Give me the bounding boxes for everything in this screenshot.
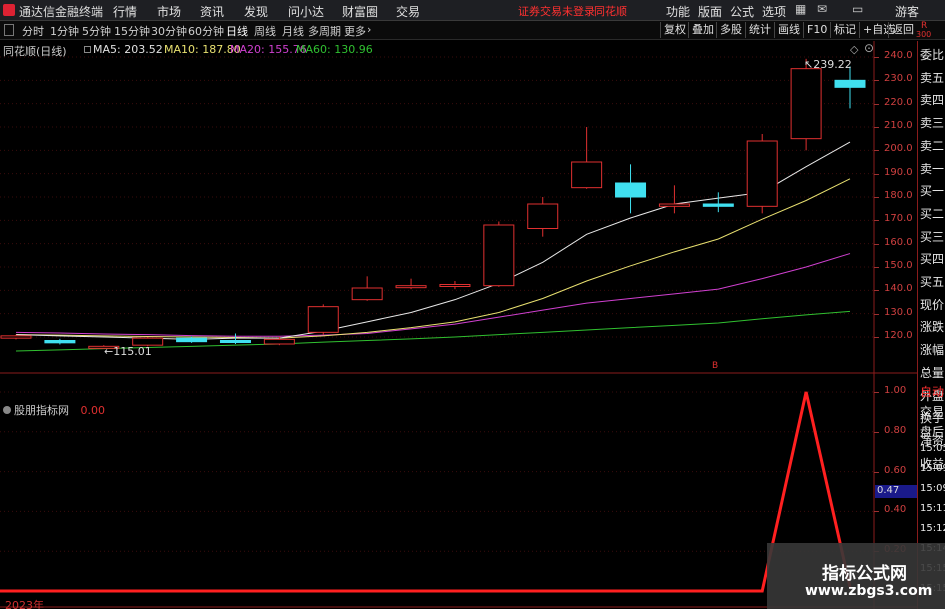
indicator-tick-label: 0.60: [884, 464, 907, 476]
candle: [307, 304, 339, 335]
ma10-line: [15, 178, 851, 339]
candle: [395, 278, 427, 290]
panel-item[interactable]: 总量: [920, 364, 944, 381]
candle: [44, 338, 76, 345]
candle-body: [439, 284, 471, 287]
candle-body: [571, 161, 603, 189]
panel-item[interactable]: 涨跌: [920, 318, 944, 335]
panel-item[interactable]: 15:09: [920, 463, 945, 474]
candle-body: [351, 287, 383, 301]
indicator-tick-label: 0.40: [884, 504, 907, 516]
candle-body: [790, 68, 822, 140]
candle: [439, 281, 471, 290]
high-price-label: ↖239.22: [804, 58, 852, 71]
candle-body: [44, 340, 76, 344]
right-quote-panel: 委比 卖五 卖四 卖三 卖二 卖一 买一 买二 买三 买四 买五 现价 涨跌 涨幅 总量 外盘 换手 净资 收益 自动…: [917, 41, 945, 609]
panel-item[interactable]: 卖二: [920, 137, 944, 154]
panel-item[interactable]: 委比: [920, 46, 944, 63]
ma20-line: [15, 253, 851, 337]
candle-body: [615, 182, 647, 198]
indicator-axis: 1.000.800.600.400.20: [874, 0, 917, 609]
indicator-header: 股朋指标网 0.00: [3, 402, 105, 418]
candle: [746, 134, 778, 214]
panel-item[interactable]: 15:11: [920, 503, 945, 514]
candle-body: [219, 340, 251, 343]
ma5-line: [15, 141, 851, 340]
low-price-label: ←115.01: [104, 345, 152, 358]
kline-chart[interactable]: [0, 0, 945, 609]
panel-item[interactable]: 买四: [920, 250, 944, 267]
panel-item[interactable]: 涨幅: [920, 341, 944, 358]
indicator-tick: [874, 511, 879, 513]
candle: [527, 197, 559, 237]
buy-marker: B: [712, 361, 719, 371]
candle-body: [483, 224, 515, 287]
candle: [483, 221, 515, 287]
panel-item[interactable]: 15:12: [920, 523, 945, 534]
panel-item[interactable]: 盘后: [920, 423, 944, 440]
panel-item[interactable]: 交易: [920, 403, 944, 420]
candle: [790, 58, 822, 151]
watermark-url: www.zbgs3.com: [805, 583, 933, 599]
candle: [658, 185, 690, 214]
panel-item[interactable]: 卖三: [920, 114, 944, 131]
indicator-tick: [874, 431, 879, 433]
candle: [834, 66, 866, 109]
candle-body: [658, 203, 690, 207]
indicator-tick: [874, 471, 879, 473]
panel-item[interactable]: 买五: [920, 273, 944, 290]
candle: [615, 164, 647, 214]
watermark-title: 指标公式网: [822, 564, 907, 584]
panel-item[interactable]: 现价: [920, 296, 944, 313]
year-label: 2023年: [5, 599, 44, 609]
indicator-line: [0, 391, 852, 593]
panel-item[interactable]: 卖一: [920, 160, 944, 177]
candle: [351, 276, 383, 301]
indicator-tick-label: 1.00: [884, 385, 907, 396]
panel-item[interactable]: 15:09: [920, 483, 945, 494]
candle-body: [263, 338, 295, 345]
candle-body: [176, 337, 208, 343]
candle-body: [395, 285, 427, 289]
indicator-name[interactable]: 股朋指标网: [14, 404, 69, 417]
panel-item[interactable]: 15:05: [920, 443, 945, 454]
candle-body: [0, 335, 32, 339]
candle: [0, 334, 32, 340]
candle-body: [746, 140, 778, 207]
panel-item[interactable]: 买一: [920, 182, 944, 199]
candle: [702, 192, 734, 213]
candle-body: [527, 203, 559, 229]
candle-body: [834, 79, 866, 88]
candle-body: [702, 203, 734, 207]
indicator-tick-label: 0.80: [884, 424, 907, 436]
candle: [571, 127, 603, 189]
panel-item[interactable]: 卖四: [920, 91, 944, 108]
panel-item[interactable]: 买二: [920, 205, 944, 222]
watermark-box: 指标公式网 www.zbgs3.com: [767, 543, 945, 609]
panel-item[interactable]: 买三: [920, 228, 944, 245]
panel-item[interactable]: 卖五: [920, 69, 944, 86]
indicator-current-value: 0.47: [875, 485, 917, 498]
panel-item[interactable]: 自动: [920, 383, 944, 400]
candle-body: [307, 306, 339, 333]
indicator-toggle-icon[interactable]: [3, 406, 11, 414]
indicator-tick: [874, 392, 879, 393]
indicator-value: 0.00: [80, 404, 106, 417]
